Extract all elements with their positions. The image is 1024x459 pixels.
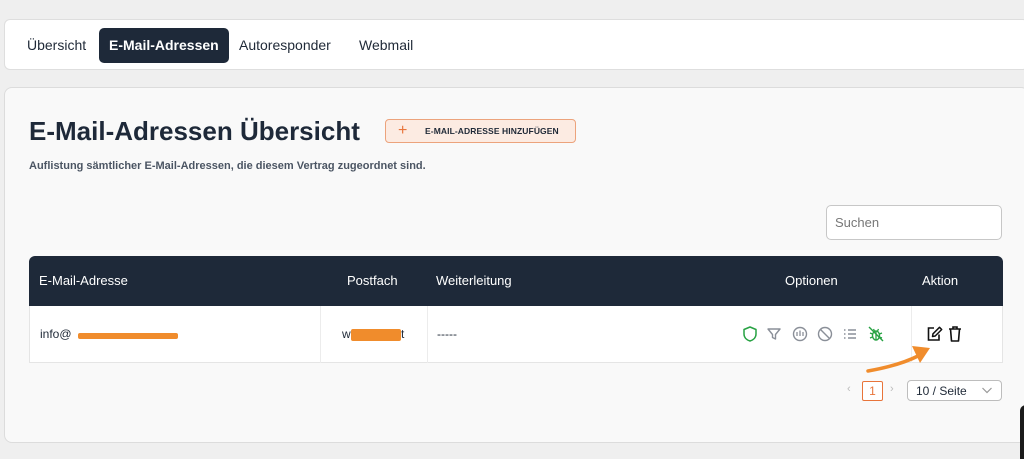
page-subtitle: Auflistung sämtlicher E-Mail-Adressen, d… — [29, 160, 426, 172]
tab-bar: Übersicht E-Mail-Adressen Autoresponder … — [4, 19, 1024, 70]
postfach-suffix: t — [401, 327, 405, 341]
trash-icon[interactable] — [946, 324, 964, 344]
tab-uebersicht[interactable]: Übersicht — [17, 28, 96, 63]
annotation-arrow-icon — [866, 346, 930, 373]
list-icon[interactable] — [841, 325, 859, 343]
col-optionen: Optionen — [785, 273, 838, 288]
tab-autoresponder[interactable]: Autoresponder — [229, 28, 341, 63]
redaction-postfach — [351, 329, 401, 341]
weiterleitung-cell: ----- — [437, 327, 457, 341]
email-cell: info@ — [40, 306, 72, 363]
plus-icon: + — [398, 122, 408, 139]
dark-overlay-edge — [1020, 405, 1024, 459]
gauge-icon[interactable] — [791, 325, 809, 343]
shield-icon[interactable] — [741, 325, 759, 343]
column-divider — [320, 306, 321, 363]
col-aktion: Aktion — [922, 273, 959, 288]
pagination-prev[interactable]: ‹ — [847, 383, 851, 395]
postfach-visible: w — [342, 327, 351, 341]
tab-webmail[interactable]: Webmail — [349, 28, 423, 63]
col-email-adresse[interactable]: E-Mail-Adresse — [39, 256, 128, 306]
pagination-next[interactable]: › — [890, 383, 894, 395]
tab-email-adressen[interactable]: E-Mail-Adressen — [99, 28, 229, 63]
filter-icon[interactable] — [765, 325, 783, 343]
email-prefix: info@ — [40, 327, 72, 341]
search-input[interactable] — [826, 205, 1002, 240]
chevron-down-icon — [982, 387, 992, 394]
add-email-address-button[interactable]: + E-MAIL-ADRESSE HINZUFÜGEN — [385, 119, 576, 143]
per-page-select[interactable]: 10 / Seite — [907, 380, 1002, 401]
redaction-email — [78, 333, 178, 339]
column-divider — [427, 306, 428, 363]
col-weiterleitung[interactable]: Weiterleitung — [436, 256, 512, 306]
per-page-value: 10 / Seite — [916, 384, 967, 398]
page-title: E-Mail-Adressen Übersicht — [29, 116, 360, 146]
block-icon[interactable] — [816, 325, 834, 343]
pagination-page-1[interactable]: 1 — [862, 381, 883, 401]
add-email-address-label: E-MAIL-ADRESSE HINZUFÜGEN — [425, 126, 559, 136]
table-row: info@ w t ----- — [29, 306, 1003, 363]
table-header: E-Mail-Adresse Postfach Weiterleitung Op… — [29, 256, 1003, 306]
col-postfach[interactable]: Postfach — [347, 256, 398, 306]
